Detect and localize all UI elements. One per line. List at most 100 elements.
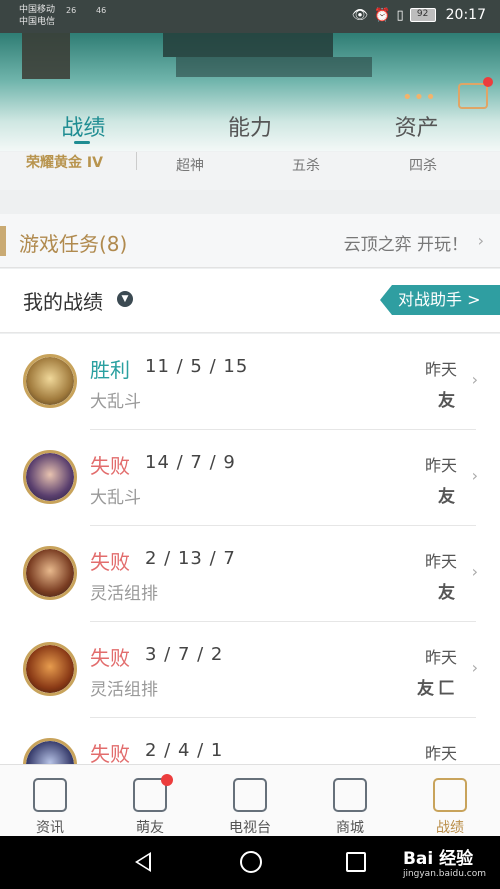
match-mode: 大乱斗 [90, 488, 141, 508]
rank-row: 荣耀黄金 IV 超神 五杀 四杀 [0, 152, 500, 190]
home-icon[interactable] [240, 851, 262, 873]
match-result: 胜利 [90, 358, 130, 382]
chevron-right-icon: › [477, 231, 484, 250]
friends-icon [133, 774, 173, 812]
match-date: 昨天 [424, 456, 457, 475]
team-tag: 匚 [438, 679, 455, 699]
chevron-right-icon: › [471, 562, 478, 581]
recents-icon[interactable] [346, 852, 366, 872]
store-icon [333, 778, 367, 812]
match-row[interactable]: 失败 2 / 13 / 7 灵活组排 昨天 友 › [0, 526, 500, 622]
match-result: 失败 [90, 742, 130, 764]
tab-ability[interactable]: 能力 [167, 106, 334, 148]
alarm-icon: ⏰ [374, 7, 391, 23]
match-row[interactable]: 胜利 11 / 5 / 15 大乱斗 昨天 友 › [0, 334, 500, 430]
match-row[interactable]: 失败 14 / 7 / 9 大乱斗 昨天 友 › [0, 430, 500, 526]
signal-1: 26 [66, 6, 77, 15]
battery-icon: 92 [409, 8, 436, 22]
eye-icon: 👁 [351, 7, 369, 23]
match-row[interactable]: 失败 3 / 7 / 2 灵活组排 昨天 友 匚 › [0, 622, 500, 718]
chevron-right-icon: › [471, 658, 478, 677]
system-nav-bar: Bai 经验 jingyan.baidu.com [0, 836, 500, 889]
more-icon[interactable]: ••• [402, 87, 437, 108]
mission-bar[interactable]: 游戏任务(8) 云顶之弈 开玩！ › [0, 214, 500, 268]
clock: 20:17 [445, 7, 486, 23]
chevron-right-icon: › [471, 466, 478, 485]
match-result: 失败 [90, 454, 130, 478]
carrier-1: 中国移动 [19, 5, 56, 15]
signal-icons: 26 [66, 6, 76, 15]
nav-label: 战绩 [436, 820, 464, 836]
status-bar: 中国移动 中国电信 26 46 👁 ⏰ ▯ 92 20:17 [0, 0, 500, 33]
info-mosaic [176, 57, 372, 77]
match-mode: 灵活组排 [90, 680, 158, 700]
bottom-nav: 资讯 萌友 电视台 商城 战绩 [0, 764, 500, 836]
watermark-brand: Bai 经验 [402, 849, 474, 869]
news-icon [33, 778, 67, 812]
back-icon[interactable] [135, 852, 151, 872]
nav-news[interactable]: 资讯 [0, 765, 100, 836]
match-kda: 2 / 4 / 1 [145, 740, 224, 761]
match-result: 失败 [90, 646, 130, 670]
friend-tag: 友 [438, 391, 455, 411]
notification-dot [483, 77, 493, 87]
nav-store[interactable]: 商城 [300, 765, 400, 836]
nav-record[interactable]: 战绩 [400, 765, 500, 836]
chevron-right-icon: › [471, 370, 478, 389]
champion-avatar [23, 642, 77, 696]
tab-indicator [74, 141, 90, 144]
match-kda: 14 / 7 / 9 [145, 452, 236, 473]
nav-label: 萌友 [136, 820, 164, 836]
match-tags: 友 [438, 482, 455, 507]
friend-tag: 友 [438, 583, 455, 603]
champion-avatar [23, 450, 77, 504]
match-tags: 友 [438, 386, 455, 411]
match-date: 昨天 [424, 360, 457, 379]
stat-pentakill: 五杀 [292, 158, 320, 174]
match-tags: 友 [438, 578, 455, 603]
nav-tv[interactable]: 电视台 [200, 765, 300, 836]
my-record-bar: 我的战绩 ▼ 对战助手 > [0, 269, 500, 333]
mission-promo: 云顶之弈 开玩！ [343, 235, 468, 255]
nav-label: 资讯 [36, 820, 64, 836]
rank-divider [136, 152, 137, 170]
chevron-down-icon[interactable]: ▼ [117, 291, 133, 307]
battle-assistant-button[interactable]: 对战助手 > [380, 285, 500, 315]
match-list: 胜利 11 / 5 / 15 大乱斗 昨天 友 › 失败 14 / 7 / 9 … [0, 334, 500, 764]
match-result: 失败 [90, 550, 130, 574]
name-mosaic [163, 33, 333, 57]
app-screen: 中国移动 中国电信 26 46 👁 ⏰ ▯ 92 20:17 ••• 战绩 能力… [0, 0, 500, 889]
watermark: Bai 经验 jingyan.baidu.com [403, 844, 486, 879]
stat-quadrakill: 四杀 [409, 158, 437, 174]
signal-2: 46 [96, 6, 107, 15]
status-right: 👁 ⏰ ▯ 92 20:17 [352, 7, 486, 23]
watermark-url: jingyan.baidu.com [402, 869, 486, 879]
match-kda: 11 / 5 / 15 [145, 356, 249, 377]
nav-friends[interactable]: 萌友 [100, 765, 200, 836]
match-date: 昨天 [424, 648, 457, 667]
nav-label: 电视台 [229, 820, 271, 836]
carrier-labels: 中国移动 中国电信 [19, 4, 55, 28]
record-icon [433, 778, 467, 812]
match-kda: 2 / 13 / 7 [145, 548, 236, 569]
rank-label: 荣耀黄金 IV [26, 155, 103, 171]
notification-dot [161, 774, 173, 786]
tab-assets[interactable]: 资产 [333, 106, 500, 148]
signal-icons-2: 46 [96, 6, 106, 15]
match-row[interactable]: 失败 2 / 4 / 1 昨天 [0, 718, 500, 764]
match-mode: 灵活组排 [90, 584, 158, 604]
match-kda: 3 / 7 / 2 [145, 644, 224, 665]
match-date: 昨天 [424, 744, 457, 763]
carrier-2: 中国电信 [19, 17, 56, 27]
champion-avatar [23, 738, 77, 764]
match-date: 昨天 [424, 552, 457, 571]
vibrate-icon: ▯ [396, 7, 404, 23]
friend-tag: 友 [417, 679, 434, 699]
tv-icon [233, 778, 267, 812]
my-record-title: 我的战绩 [23, 290, 103, 314]
avatar-mosaic [22, 33, 70, 79]
champion-avatar [23, 354, 77, 408]
champion-avatar [23, 546, 77, 600]
friend-tag: 友 [438, 487, 455, 507]
stat-legendary: 超神 [176, 158, 204, 174]
